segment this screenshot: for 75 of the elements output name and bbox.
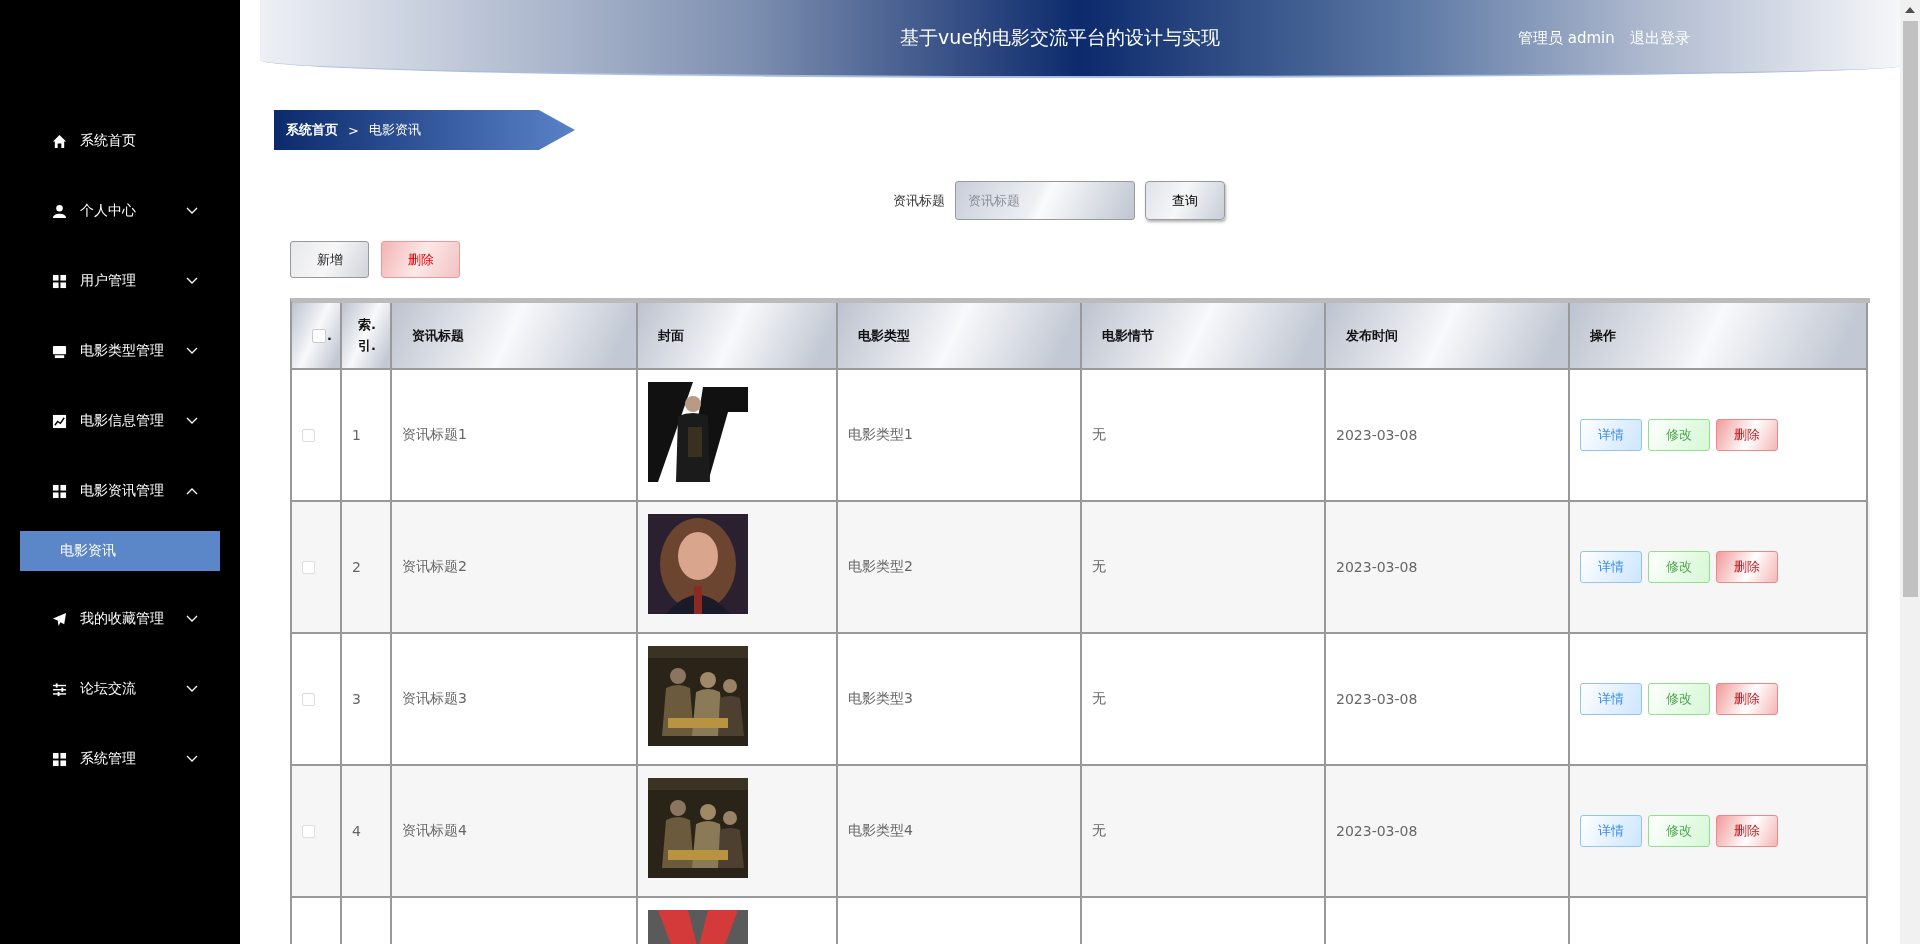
detail-button[interactable]: 详情 [1580, 815, 1642, 847]
delete-button[interactable]: 删除 [1716, 419, 1778, 451]
checkbox[interactable] [302, 824, 315, 838]
column-header: 电影情节 [1082, 303, 1326, 370]
delete-button[interactable]: 删除 [1716, 815, 1778, 847]
tray-icon [52, 343, 67, 359]
table-cell: 资讯标题4 [392, 766, 638, 898]
chevron-down-icon [186, 417, 198, 425]
grid-icon [52, 751, 67, 767]
column-header: 资讯标题 [392, 303, 638, 370]
breadcrumb-separator: > [348, 122, 359, 138]
chevron-down-icon [186, 615, 198, 623]
paper-plane-icon [52, 611, 67, 627]
add-button[interactable]: 新增 [290, 241, 369, 278]
chevron-down-icon [186, 347, 198, 355]
edit-button[interactable]: 修改 [1648, 419, 1710, 451]
chevron-down-icon [186, 755, 198, 763]
search-label: 资讯标题 [893, 191, 945, 210]
breadcrumb-link[interactable]: 系统首页 [286, 121, 338, 139]
detail-button[interactable]: 详情 [1580, 683, 1642, 715]
submenu-item[interactable]: 电影资讯 [20, 531, 220, 571]
menu-item[interactable]: 系统管理 [0, 724, 240, 794]
chart-icon [52, 413, 67, 429]
scrollbar-thumb[interactable] [1902, 21, 1918, 597]
table-cell: 无 [1082, 502, 1326, 634]
menu-item[interactable]: 电影类型管理 [0, 316, 240, 386]
checkbox[interactable] [302, 428, 315, 442]
breadcrumb-link[interactable]: 电影资讯 [368, 121, 421, 139]
chevron-down-icon [186, 207, 198, 215]
table-cell: 电影类型2 [838, 502, 1082, 634]
scrollbar[interactable] [1900, 0, 1920, 944]
table-cell: 2023-03-08 [1326, 502, 1570, 634]
checkbox[interactable] [312, 328, 326, 343]
search-button[interactable]: 查询 [1145, 181, 1225, 220]
chevron-down-icon [186, 685, 198, 693]
edit-button[interactable]: 修改 [1648, 683, 1710, 715]
chevron-up-icon [186, 487, 198, 495]
menu-item[interactable]: 电影信息管理 [0, 386, 240, 456]
column-header: 封面 [638, 303, 838, 370]
menu-item[interactable]: 系统首页 [0, 106, 240, 176]
scroll-up-icon[interactable] [1905, 7, 1915, 13]
user-icon [52, 203, 67, 219]
delete-button[interactable]: 删除 [1716, 551, 1778, 583]
search-field[interactable]: 资讯标题 [955, 181, 1135, 220]
header-text: . [327, 328, 332, 343]
table-cell: 电影类型4 [838, 766, 1082, 898]
delete-button[interactable]: 删除 [1716, 683, 1778, 715]
site-title: 基于vue的电影交流平台的设计与实现 [900, 25, 1220, 50]
grid-icon [52, 483, 67, 499]
checkbox[interactable] [302, 692, 315, 706]
detail-button[interactable]: 详情 [1580, 419, 1642, 451]
detail-button[interactable]: 详情 [1580, 551, 1642, 583]
table-cell: 2023-03-08 [1326, 766, 1570, 898]
chevron-down-icon [186, 277, 198, 285]
column-header: 发布时间 [1326, 303, 1570, 370]
table-cell: 资讯标题2 [392, 502, 638, 634]
user-label: 管理员 admin [1518, 28, 1615, 48]
menu-item[interactable]: 我的收藏管理 [0, 584, 240, 654]
grid-icon [52, 273, 67, 289]
table-cell: 无 [1082, 766, 1326, 898]
column-header: 电影类型 [838, 303, 1082, 370]
menu-item[interactable]: 电影资讯管理 [0, 456, 240, 526]
edit-button[interactable]: 修改 [1648, 815, 1710, 847]
delete-button[interactable]: 删除 [381, 241, 460, 278]
edit-button[interactable]: 修改 [1648, 551, 1710, 583]
menu-item[interactable]: 个人中心 [0, 176, 240, 246]
table-cell: 4 [342, 766, 392, 898]
menu-item[interactable]: 论坛交流 [0, 654, 240, 724]
table-cell: 2 [342, 502, 392, 634]
checkbox[interactable] [302, 560, 315, 574]
sliders-icon [52, 681, 67, 697]
column-header: 操作 [1570, 303, 1868, 370]
column-header: 索.引. [342, 303, 392, 370]
menu-item[interactable]: 用户管理 [0, 246, 240, 316]
home-icon [52, 133, 67, 149]
